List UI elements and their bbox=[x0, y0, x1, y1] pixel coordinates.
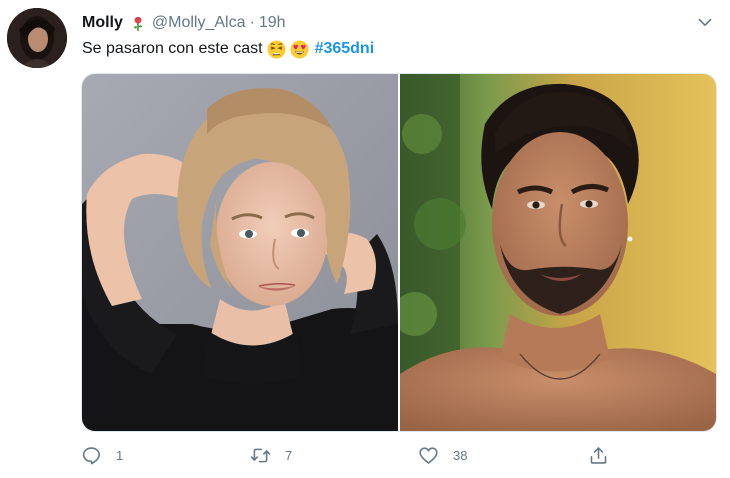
action-bar: 1 7 38 bbox=[0, 442, 730, 468]
like-count: 38 bbox=[453, 447, 468, 463]
retweet-count: 7 bbox=[285, 447, 293, 463]
tweet-text: Se pasaron con este cast #365dni bbox=[82, 38, 374, 60]
woman-portrait-image bbox=[82, 74, 398, 431]
handle[interactable]: @Molly_Alca bbox=[152, 14, 246, 32]
reply-icon bbox=[82, 446, 100, 464]
more-options-button[interactable] bbox=[695, 12, 715, 32]
reply-button[interactable]: 1 bbox=[81, 442, 123, 468]
photo-right[interactable] bbox=[400, 74, 716, 431]
weary-face-icon bbox=[267, 39, 286, 59]
retweet-icon bbox=[250, 448, 271, 462]
separator-dot: · bbox=[249, 14, 255, 31]
hashtag-link[interactable]: #365dni bbox=[315, 40, 375, 58]
media-grid bbox=[81, 73, 717, 432]
avatar[interactable] bbox=[7, 8, 67, 68]
like-button[interactable]: 38 bbox=[418, 442, 467, 468]
share-button[interactable] bbox=[588, 442, 609, 468]
heart-icon bbox=[419, 446, 438, 464]
rose-icon bbox=[129, 14, 147, 32]
display-name[interactable]: Molly bbox=[82, 14, 123, 32]
timestamp[interactable]: 19h bbox=[259, 14, 286, 32]
tweet-body: Se pasaron con este cast bbox=[82, 40, 263, 57]
share-icon bbox=[590, 446, 607, 464]
tweet-header: Molly @Molly_Alca · 19h bbox=[82, 12, 286, 34]
man-portrait-image bbox=[400, 74, 716, 431]
retweet-button[interactable]: 7 bbox=[250, 442, 292, 468]
heart-eyes-face-icon bbox=[290, 39, 309, 59]
avatar-image bbox=[7, 8, 67, 68]
chevron-down-icon bbox=[698, 18, 712, 27]
photo-left[interactable] bbox=[82, 74, 398, 431]
reply-count: 1 bbox=[116, 447, 124, 463]
tweet-card[interactable]: Molly @Molly_Alca · 19h Se pasaron con e… bbox=[0, 0, 730, 478]
